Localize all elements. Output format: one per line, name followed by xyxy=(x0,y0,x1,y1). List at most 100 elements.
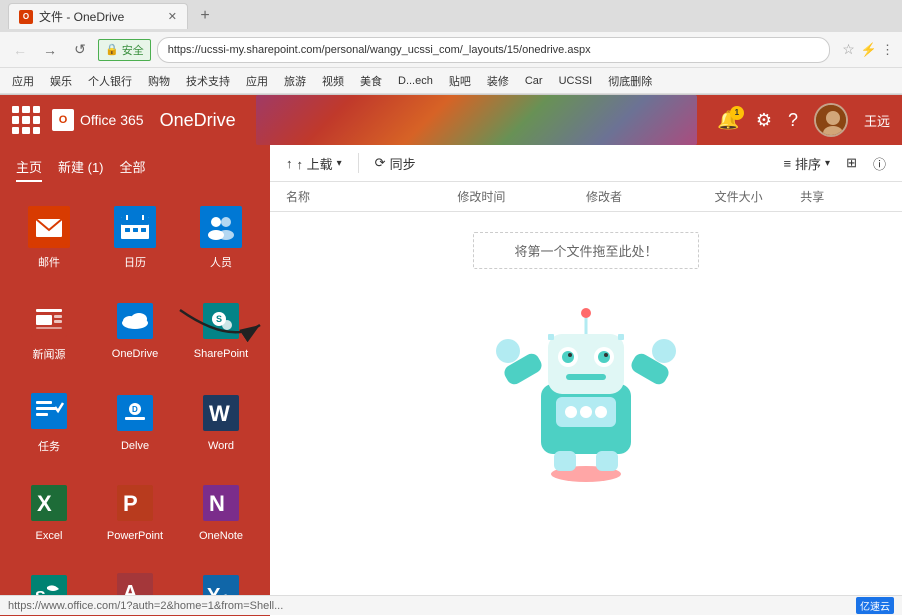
app-tile-people[interactable]: 人员 xyxy=(180,194,262,282)
nav-bar: ← → ↺ 🔒 安全 https://ucssi-my.sharepoint.c… xyxy=(0,32,902,68)
new-tab-button[interactable]: + xyxy=(192,3,218,29)
mail-icon xyxy=(28,206,70,248)
layout-button[interactable]: ⊞ xyxy=(846,155,857,171)
delve-icon: D xyxy=(114,392,156,434)
bookmark-tieba[interactable]: 贴吧 xyxy=(445,71,475,91)
security-badge: 🔒 安全 xyxy=(98,39,151,61)
sort-icon: ≡ xyxy=(783,156,791,171)
ext-icon-1[interactable]: ⚡ xyxy=(861,42,877,58)
tasks-icon xyxy=(28,390,70,432)
sharepoint-label: SharePoint xyxy=(194,348,248,360)
col-modified-header: 修改时间 xyxy=(457,188,586,205)
sort-label: 排序 xyxy=(795,154,821,173)
content-toolbar: ↑ ↑ 上载 ▾ ⟳ 同步 ≡ 排序 ▾ ⊞ ⓘ xyxy=(270,145,902,182)
sort-button[interactable]: ≡ 排序 ▾ xyxy=(783,154,830,173)
news-icon xyxy=(28,298,70,340)
calendar-label: 日历 xyxy=(124,254,146,270)
upload-label: ↑ 上载 xyxy=(297,154,333,173)
excel-icon: X xyxy=(28,482,70,524)
bookmark-entertainment[interactable]: 娱乐 xyxy=(46,71,76,91)
ext-icon-2[interactable]: ⋮ xyxy=(881,42,894,58)
app-tile-mail[interactable]: 邮件 xyxy=(8,194,90,282)
bookmark-video[interactable]: 视频 xyxy=(318,71,348,91)
robot-illustration xyxy=(486,289,686,489)
drop-hint-text: 将第一个文件拖至此处！ xyxy=(473,232,698,269)
onedrive-icon xyxy=(114,300,156,342)
bookmark-travel[interactable]: 旅游 xyxy=(280,71,310,91)
word-icon: W xyxy=(200,392,242,434)
refresh-button[interactable]: ↺ xyxy=(68,38,92,62)
sidebar-nav-new[interactable]: 新建 (1) xyxy=(58,153,104,182)
bookmark-d[interactable]: D...ech xyxy=(394,73,437,89)
sidebar-nav: 主页 新建 (1) 全部 xyxy=(0,145,270,190)
layout-icon: ⊞ xyxy=(846,155,857,171)
waffle-dot xyxy=(22,116,29,123)
bookmark-star-icon[interactable]: ☆ xyxy=(842,41,855,58)
bookmark-shopping[interactable]: 购物 xyxy=(144,71,174,91)
tab-title: 文件 - OneDrive xyxy=(39,8,124,25)
help-question-icon[interactable]: ? xyxy=(788,110,798,131)
bookmark-apps2[interactable]: 应用 xyxy=(242,71,272,91)
app-tile-word[interactable]: W Word xyxy=(180,378,262,466)
app-tile-calendar[interactable]: 日历 xyxy=(94,194,176,282)
app-tile-tasks[interactable]: 任务 xyxy=(8,378,90,466)
sync-button[interactable]: ⟳ 同步 xyxy=(375,154,416,173)
main-layout: 主页 新建 (1) 全部 邮件 日历 xyxy=(0,145,902,616)
bookmark-apps[interactable]: 应用 xyxy=(8,71,38,91)
bookmark-food[interactable]: 美食 xyxy=(356,71,386,91)
excel-label: Excel xyxy=(36,530,63,542)
waffle-dot xyxy=(22,106,29,113)
sidebar-nav-all[interactable]: 全部 xyxy=(120,153,146,182)
upload-button[interactable]: ↑ ↑ 上载 ▾ xyxy=(286,154,342,173)
app-tile-delve[interactable]: D Delve xyxy=(94,378,176,466)
onenote-icon: N xyxy=(200,482,242,524)
mail-label: 邮件 xyxy=(38,254,60,270)
bookmark-car[interactable]: Car xyxy=(521,73,547,89)
svg-text:S: S xyxy=(216,314,222,324)
bookmark-decoration[interactable]: 装修 xyxy=(483,71,513,91)
bookmark-tech[interactable]: 技术支持 xyxy=(182,71,234,91)
app-tile-onenote[interactable]: N OneNote xyxy=(180,470,262,554)
app-tile-onedrive[interactable]: OneDrive xyxy=(94,286,176,374)
active-tab[interactable]: O 文件 - OneDrive ✕ xyxy=(8,3,188,29)
bookmark-ucssi[interactable]: UCSSI xyxy=(555,73,597,89)
info-button[interactable]: ⓘ xyxy=(873,154,886,173)
onedrive-label: OneDrive xyxy=(112,348,158,360)
back-button[interactable]: ← xyxy=(8,38,32,62)
waffle-dot xyxy=(12,116,19,123)
address-bar[interactable]: https://ucssi-my.sharepoint.com/personal… xyxy=(157,37,831,63)
col-modifier-header: 修改者 xyxy=(586,188,715,205)
toolbar-separator xyxy=(358,153,359,173)
col-share-header: 共享 xyxy=(800,188,886,205)
upload-icon: ↑ xyxy=(286,156,293,171)
info-icon: ⓘ xyxy=(873,154,886,173)
lock-icon: 🔒 xyxy=(105,43,119,56)
app-tile-excel[interactable]: X Excel xyxy=(8,470,90,554)
notification-bell-icon[interactable]: 🔔 1 xyxy=(717,110,739,131)
bookmark-delete[interactable]: 彻底删除 xyxy=(604,71,656,91)
sidebar-nav-home[interactable]: 主页 xyxy=(16,153,42,182)
upload-dropdown-icon[interactable]: ▾ xyxy=(337,158,342,169)
people-icon xyxy=(200,206,242,248)
app-tile-sharepoint[interactable]: S SharePoint xyxy=(180,286,262,374)
status-url: https://www.office.com/1?auth=2&home=1&f… xyxy=(8,600,283,612)
ppt-label: PowerPoint xyxy=(107,530,163,542)
empty-state: 将第一个文件拖至此处！ xyxy=(270,212,902,616)
svg-text:W: W xyxy=(209,401,230,426)
office365-logo: O Office 365 xyxy=(52,109,144,131)
sidebar: 主页 新建 (1) 全部 邮件 日历 xyxy=(0,145,270,616)
status-bar: https://www.office.com/1?auth=2&home=1&f… xyxy=(0,595,902,615)
onedrive-title: OneDrive xyxy=(160,110,236,131)
user-avatar[interactable] xyxy=(814,103,848,137)
app-tile-ppt[interactable]: P PowerPoint xyxy=(94,470,176,554)
forward-button[interactable]: → xyxy=(38,38,62,62)
waffle-menu-button[interactable] xyxy=(12,106,40,134)
sort-dropdown-icon[interactable]: ▾ xyxy=(825,158,830,169)
notification-badge: 1 xyxy=(730,106,744,120)
bookmark-bank[interactable]: 个人银行 xyxy=(84,71,136,91)
people-label: 人员 xyxy=(210,254,232,270)
app-tile-news[interactable]: 新闻源 xyxy=(8,286,90,374)
tab-close-button[interactable]: ✕ xyxy=(168,10,177,23)
svg-text:P: P xyxy=(123,491,138,516)
settings-gear-icon[interactable]: ⚙ xyxy=(756,110,772,131)
